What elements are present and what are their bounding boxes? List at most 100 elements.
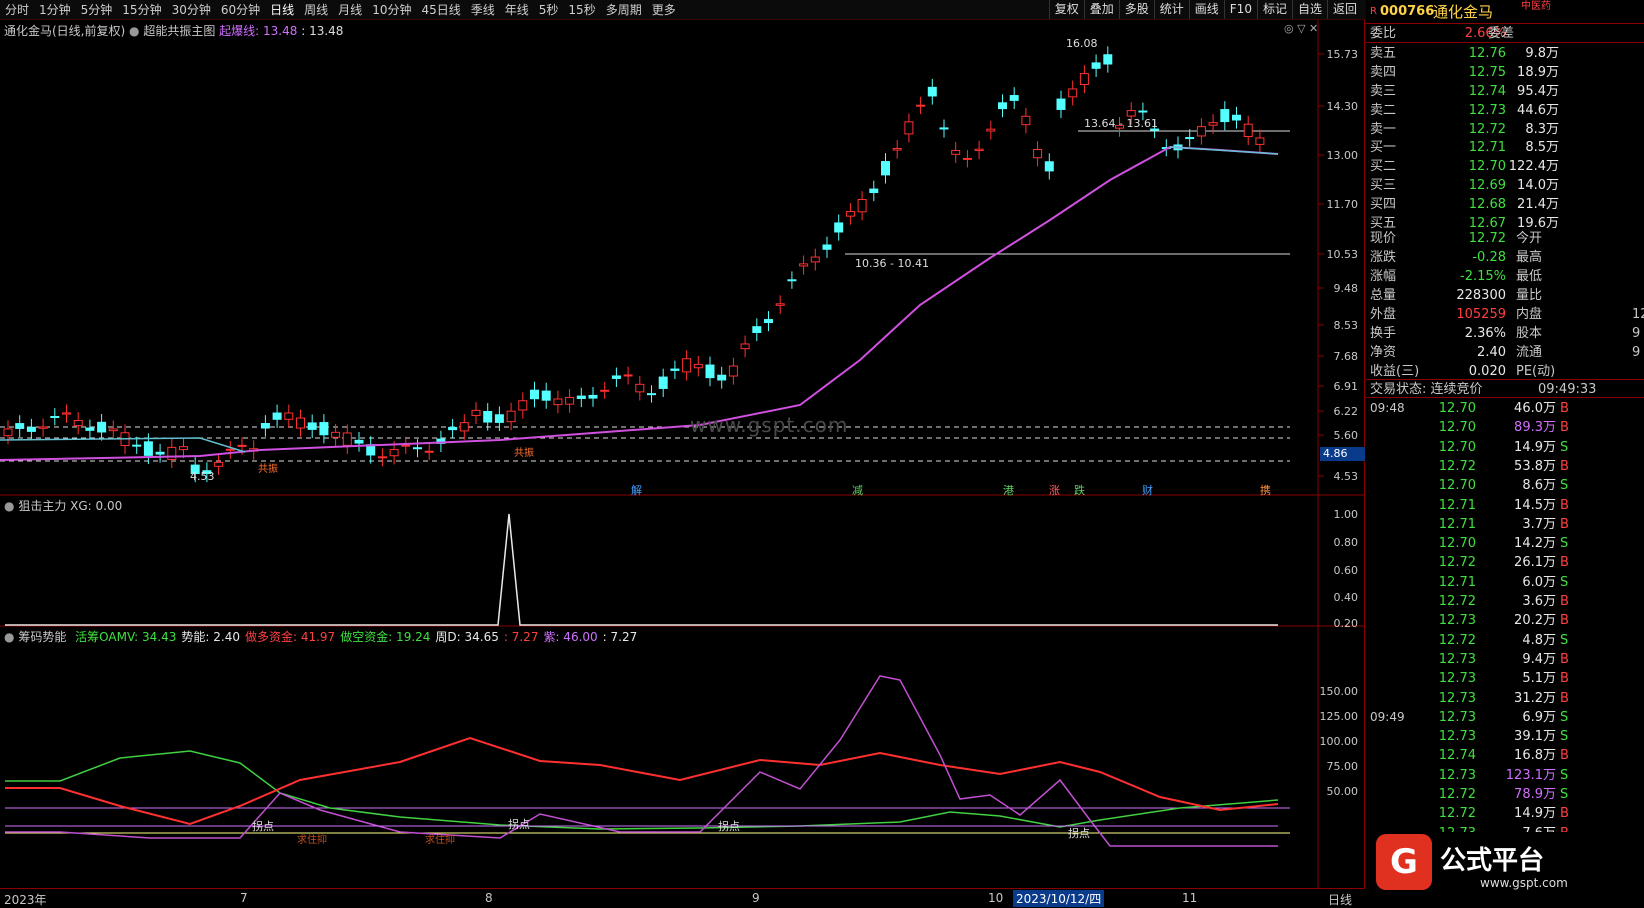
wei-cha-label: 委差	[1488, 26, 1515, 41]
tick-volume: 16.8万	[1514, 748, 1556, 764]
event-label-gang[interactable]: 港	[1003, 482, 1014, 498]
panel3-title[interactable]: 筹码势能	[18, 630, 66, 644]
tab-16[interactable]: 更多	[647, 0, 681, 20]
toolbar-button-2[interactable]: 多股	[1118, 0, 1154, 19]
candle-body	[728, 365, 738, 377]
price-tick-label: 5.60	[1334, 429, 1359, 442]
tab-9[interactable]: 10分钟	[367, 0, 416, 20]
event-label-jie[interactable]: 解	[631, 482, 642, 498]
tab-13[interactable]: 5秒	[534, 0, 564, 20]
ask-label: 卖五	[1370, 46, 1397, 61]
stat-right-label: 股本	[1516, 326, 1543, 341]
panel-settings-icon[interactable]: ◎ ▽ ✕	[1284, 22, 1318, 35]
event-label-cai[interactable]: 财	[1142, 482, 1153, 498]
event-label-jian[interactable]: 减	[852, 482, 863, 498]
ma-line-2	[1169, 146, 1279, 155]
candle-body	[143, 441, 153, 456]
tick-row: 12.73 5.1万 B	[1366, 669, 1644, 688]
trade-status: 交易状态: 连续竞价	[1370, 382, 1483, 397]
tick-time: 09:48	[1370, 401, 1405, 415]
tick-price: 12.72	[1438, 806, 1476, 822]
logo-url: www.gspt.com	[1480, 876, 1568, 890]
collapse-icon[interactable]: ●	[4, 499, 14, 513]
tick-flag: B	[1560, 690, 1569, 706]
toolbar-button-4[interactable]: 画线	[1188, 0, 1224, 19]
candle-body	[787, 279, 797, 282]
logo-icon: G	[1376, 834, 1432, 890]
tick-volume: 3.7万	[1522, 516, 1556, 532]
stat-row: 净资 2.40 流通 9	[1366, 343, 1644, 362]
event-label-xie[interactable]: 携	[1260, 482, 1271, 498]
bid-volume: 8.5万	[1525, 140, 1559, 155]
indicator-name[interactable]: 超能共振主图	[143, 24, 215, 38]
tab-11[interactable]: 季线	[466, 0, 500, 20]
tick-flag: S	[1560, 574, 1569, 590]
tab-0[interactable]: 分时	[0, 0, 34, 20]
toolbar-button-7[interactable]: 自选	[1291, 0, 1327, 19]
event-label-zhang[interactable]: 涨	[1049, 482, 1060, 498]
panel3-tick-label: 50.00	[1327, 785, 1359, 798]
toolbar-button-3[interactable]: 统计	[1153, 0, 1189, 19]
event-label-die[interactable]: 跌	[1074, 482, 1085, 498]
tick-row: 12.73 20.2万 B	[1366, 611, 1644, 630]
chart-area[interactable]: 15.73 14.30 13.00 11.70 10.53 9.48 8.53 7.68 6.9…	[0, 20, 1365, 888]
candle-body	[73, 419, 83, 427]
candle-body	[518, 400, 528, 411]
tick-price: 12.71	[1438, 497, 1476, 513]
candle-body	[869, 188, 879, 194]
tick-volume: 14.5万	[1514, 497, 1556, 513]
stat-row: 现价 12.72 今开	[1366, 229, 1644, 248]
tab-7[interactable]: 周线	[299, 0, 333, 20]
tab-2[interactable]: 5分钟	[76, 0, 118, 20]
candle-body	[342, 432, 352, 446]
stat-row: 外盘 105259 内盘 12	[1366, 305, 1644, 324]
logo-block: G 公式平台 www.gspt.com	[1366, 832, 1644, 908]
tab-14[interactable]: 15秒	[563, 0, 600, 20]
tab-12[interactable]: 年线	[500, 0, 534, 20]
toolbar-button-1[interactable]: 叠加	[1083, 0, 1119, 19]
turn-point-marker: 拐点	[718, 820, 740, 833]
bid-row: 买一 12.71 8.5万	[1366, 138, 1644, 157]
candle-body	[845, 211, 855, 217]
tab-5[interactable]: 60分钟	[216, 0, 265, 20]
tab-6[interactable]: 日线	[265, 0, 299, 20]
collapse-icon[interactable]: ●	[4, 630, 14, 644]
candle-body	[214, 461, 224, 467]
candle-body	[85, 427, 95, 431]
candle-body	[1009, 95, 1019, 101]
candle-body	[1232, 114, 1241, 121]
stat-right-label: 今开	[1516, 231, 1543, 246]
candle-body	[1208, 122, 1218, 126]
stat-right-label: 最高	[1516, 250, 1543, 265]
panel2-title[interactable]: 狙击主力	[18, 499, 66, 513]
toolbar-button-8[interactable]: 返回	[1326, 0, 1362, 19]
sector-tag[interactable]: 中医药	[1521, 0, 1551, 19]
tab-1[interactable]: 1分钟	[34, 0, 76, 20]
tick-row: 12.72 78.9万 S	[1366, 785, 1644, 804]
toolbar-button-0[interactable]: 复权	[1048, 0, 1084, 19]
tab-10[interactable]: 45日线	[416, 0, 465, 20]
candle-body	[307, 422, 317, 430]
range-top-annotation: 13.64 - 13.61	[1084, 117, 1158, 130]
tab-4[interactable]: 30分钟	[167, 0, 216, 20]
period-label[interactable]: 日线	[1328, 891, 1352, 908]
tab-3[interactable]: 15分钟	[117, 0, 166, 20]
stat-label: 涨幅	[1370, 269, 1397, 284]
toolbar-button-6[interactable]: 标记	[1256, 0, 1292, 19]
toolbar-button-5[interactable]: F10	[1223, 0, 1257, 19]
tick-price: 12.72	[1438, 787, 1476, 802]
tab-15[interactable]: 多周期	[601, 0, 647, 20]
turn-point-marker: 拐点	[508, 818, 530, 831]
price-tick-label: 6.91	[1334, 380, 1359, 393]
candle-body	[401, 444, 411, 447]
panel3-item: 活筹OAMV: 34.43	[75, 630, 177, 644]
tab-8[interactable]: 月线	[333, 0, 367, 20]
bid-row: 买二 12.70 122.4万	[1366, 157, 1644, 176]
tick-volume: 6.0万	[1522, 574, 1556, 590]
stock-code: 000766	[1380, 4, 1435, 19]
tick-row: 12.74 16.8万 B	[1366, 746, 1644, 765]
trade-time: 09:49:33	[1538, 382, 1597, 397]
candle-body	[1056, 98, 1066, 110]
collapse-icon[interactable]: ●	[129, 24, 139, 38]
tick-flag: S	[1560, 632, 1569, 648]
